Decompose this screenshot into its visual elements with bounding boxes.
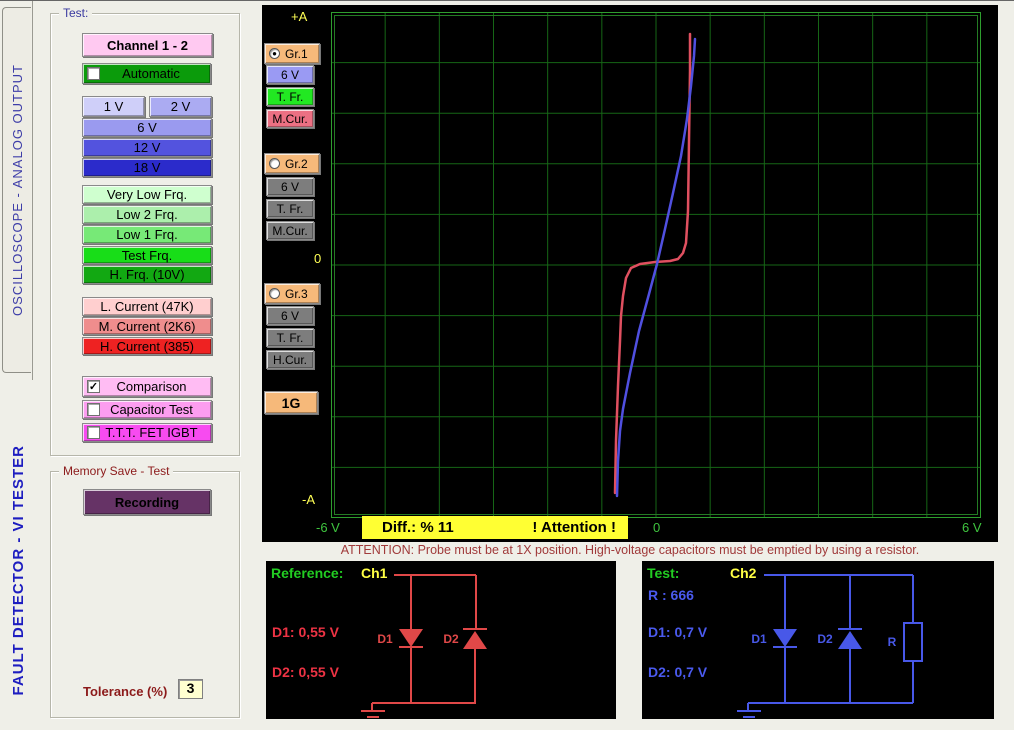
test-groupbox-label: Test: (59, 6, 92, 20)
sidebar-divider (32, 1, 33, 380)
group-1-radio[interactable]: ● Gr.1 (264, 43, 320, 64)
group-1-label: Gr.1 (285, 47, 308, 61)
group-3-label: Gr.3 (285, 287, 308, 301)
group-2-voltage-button[interactable]: 6 V (266, 177, 314, 196)
test-frq-button[interactable]: Test Frq. (82, 246, 212, 264)
capacitor-test-label: Capacitor Test (100, 402, 203, 417)
gain-1g-button[interactable]: 1G (264, 391, 318, 414)
memory-save-label: Memory Save - Test (59, 464, 173, 478)
group-2-label: Gr.2 (285, 157, 308, 171)
reference-circuit-diagram: D1 D2 (266, 561, 616, 719)
capacitor-test-checkbox[interactable] (87, 403, 100, 416)
fault-detector-window: { "sidebar": { "oscilloscope_tab": "OSCI… (0, 0, 1014, 730)
x-axis-left-label: -6 V (316, 520, 340, 535)
test-d1-label: D1 (751, 632, 767, 646)
test-circuit-diagram: D1 D2 R (642, 561, 994, 719)
group-2-current-button[interactable]: M.Cur. (266, 221, 314, 240)
reference-trace (615, 34, 690, 493)
x-axis-zero-label: 0 (653, 520, 660, 535)
high-current-button[interactable]: H. Current (385) (82, 337, 212, 355)
comparison-toggle[interactable]: ✓ Comparison (82, 376, 212, 397)
group-3-radio-dot[interactable] (269, 288, 280, 299)
voltage-6v-button[interactable]: 6 V (82, 118, 212, 137)
group-3-voltage-button[interactable]: 6 V (266, 306, 314, 325)
automatic-checkbox[interactable] (87, 67, 100, 80)
high-frq-button[interactable]: H. Frq. (10V) (82, 265, 212, 284)
voltage-18v-button[interactable]: 18 V (82, 158, 212, 177)
medium-current-button[interactable]: M. Current (2K6) (82, 317, 212, 335)
test-d2-label: D2 (817, 632, 833, 646)
low-1-frq-button[interactable]: Low 1 Frq. (82, 225, 212, 244)
group-1-voltage-button[interactable]: 6 V (266, 65, 314, 84)
low-current-button[interactable]: L. Current (47K) (82, 297, 212, 316)
reference-circuit-panel: Reference: Ch1 D1: 0,55 V D2: 0,55 V D1 … (266, 561, 616, 719)
tab-oscilloscope-analog-output[interactable]: OSCILLOSCOPE - ANALOG OUTPUT (2, 7, 31, 373)
group-1-current-button[interactable]: M.Cur. (266, 109, 314, 128)
very-low-frq-button[interactable]: Very Low Frq. (82, 185, 212, 204)
tolerance-input[interactable]: 3 (178, 679, 203, 699)
automatic-label: Automatic (100, 66, 202, 81)
y-axis-bottom-label: -A (302, 492, 315, 507)
ttt-fet-igbt-toggle[interactable]: T.T.T. FET IGBT (82, 423, 212, 442)
scope-grid-svg (331, 12, 981, 518)
group-2-test-frq-button[interactable]: T. Fr. (266, 199, 314, 218)
channel-1-2-button[interactable]: Channel 1 - 2 (82, 33, 213, 57)
capacitor-test-toggle[interactable]: Capacitor Test (82, 400, 212, 419)
low-2-frq-button[interactable]: Low 2 Frq. (82, 205, 212, 224)
comparison-checkbox[interactable]: ✓ (87, 380, 100, 393)
recording-button[interactable]: Recording (83, 489, 211, 515)
y-axis-zero-label: 0 (314, 251, 321, 266)
comparison-label: Comparison (100, 379, 203, 394)
reference-d2-label: D2 (443, 632, 459, 646)
x-axis-right-label: 6 V (962, 520, 982, 535)
test-r-label: R (888, 635, 897, 649)
group-1-radio-dot[interactable]: ● (269, 48, 280, 59)
ttt-fet-igbt-label: T.T.T. FET IGBT (100, 425, 203, 440)
attention-badge: ! Attention ! (532, 519, 616, 536)
ttt-fet-igbt-checkbox[interactable] (87, 426, 100, 439)
group-2-radio[interactable]: Gr.2 (264, 153, 320, 174)
voltage-12v-button[interactable]: 12 V (82, 138, 212, 157)
app-title: FAULT DETECTOR - VI TESTER (4, 413, 32, 728)
scope-plot (331, 12, 981, 518)
group-2-radio-dot[interactable] (269, 158, 280, 169)
voltage-2v-button[interactable]: 2 V (149, 96, 212, 117)
group-3-current-button[interactable]: H.Cur. (266, 350, 314, 369)
diff-value: Diff.: % 11 (382, 519, 454, 536)
reference-d1-label: D1 (377, 632, 393, 646)
y-axis-top-label: +A (291, 9, 307, 24)
group-3-test-frq-button[interactable]: T. Fr. (266, 328, 314, 347)
voltage-1v-button[interactable]: 1 V (82, 96, 145, 117)
tolerance-label: Tolerance (%) (83, 684, 167, 699)
group-1-test-frq-button[interactable]: T. Fr. (266, 87, 314, 106)
diff-status-bar: Diff.: % 11 ! Attention ! (362, 516, 628, 539)
probe-warning-text: ATTENTION: Probe must be at 1X position.… (262, 541, 998, 558)
automatic-toggle[interactable]: Automatic (82, 63, 211, 84)
tab-oscilloscope-label: OSCILLOSCOPE - ANALOG OUTPUT (10, 64, 25, 316)
group-3-radio[interactable]: Gr.3 (264, 283, 320, 304)
test-circuit-panel: Test: Ch2 R : 666 D1: 0,7 V D2: 0,7 V D1… (642, 561, 994, 719)
